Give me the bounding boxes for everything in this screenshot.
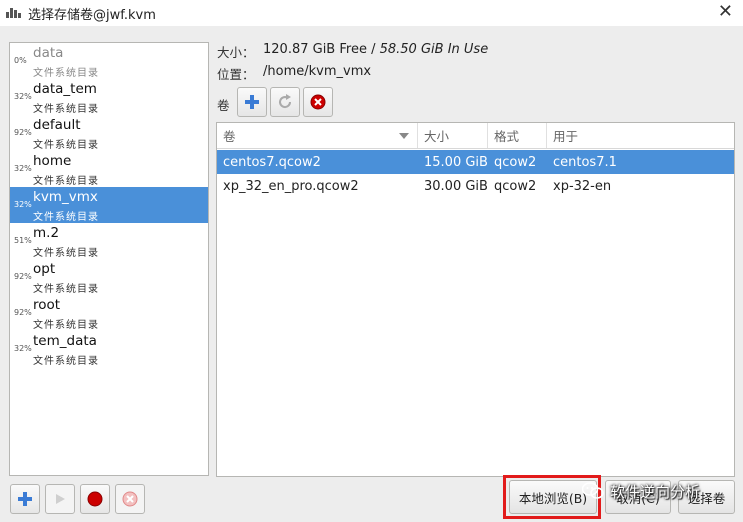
pool-type: 文件系统目录 bbox=[33, 248, 99, 259]
refresh-volumes-button[interactable] bbox=[270, 87, 300, 117]
pool-item-m2[interactable]: 51% m.2 文件系统目录 bbox=[10, 223, 208, 259]
pool-name: data_tem bbox=[33, 81, 97, 97]
pool-toolbar bbox=[10, 484, 145, 514]
pool-type: 文件系统目录 bbox=[33, 68, 99, 79]
column-header-size[interactable]: 大小 bbox=[418, 123, 488, 148]
pool-type: 文件系统目录 bbox=[33, 104, 99, 115]
pool-name: data bbox=[33, 45, 64, 61]
pool-item-kvm-vmx[interactable]: 32% kvm_vmx 文件系统目录 bbox=[10, 187, 208, 223]
stop-pool-button[interactable] bbox=[80, 484, 110, 514]
storage-pool-list[interactable]: 0% data 文件系统目录 32% data_tem 文件系统目录 92% d… bbox=[9, 42, 209, 476]
pool-item-tem-data[interactable]: 32% tem_data 文件系统目录 bbox=[10, 331, 208, 367]
size-label: 大小： bbox=[217, 45, 255, 60]
volume-used-by: centos7.1 bbox=[553, 154, 617, 170]
volume-size: 30.00 GiB bbox=[424, 178, 488, 194]
volume-table[interactable]: 卷 大小 格式 用于 centos7.qcow2 15.00 GiB qcow2… bbox=[216, 122, 735, 477]
volume-size: 15.00 GiB bbox=[424, 154, 488, 170]
volume-used-by: xp-32-en bbox=[553, 178, 612, 194]
volumes-label: 卷 bbox=[217, 98, 230, 113]
volume-name: centos7.qcow2 bbox=[223, 154, 321, 170]
pool-item-root[interactable]: 92% root 文件系统目录 bbox=[10, 295, 208, 331]
column-header-volume[interactable]: 卷 bbox=[217, 123, 418, 148]
pool-item-opt[interactable]: 92% opt 文件系统目录 bbox=[10, 259, 208, 295]
pool-name: tem_data bbox=[33, 333, 97, 349]
add-pool-button[interactable] bbox=[10, 484, 40, 514]
pool-name: default bbox=[33, 117, 81, 133]
pool-name: m.2 bbox=[33, 225, 60, 241]
add-volume-button[interactable] bbox=[237, 87, 267, 117]
pool-type: 文件系统目录 bbox=[33, 176, 99, 187]
table-row[interactable]: centos7.qcow2 15.00 GiB qcow2 centos7.1 bbox=[217, 150, 734, 174]
table-row[interactable]: xp_32_en_pro.qcow2 30.00 GiB qcow2 xp-32… bbox=[217, 174, 734, 198]
size-value: 120.87 GiB Free / 58.50 GiB In Use bbox=[263, 42, 489, 57]
watermark: 软件逆向分析 bbox=[582, 476, 700, 506]
watermark-text: 软件逆向分析 bbox=[610, 482, 701, 501]
delete-volume-button[interactable] bbox=[303, 87, 333, 117]
pool-usage: 92% bbox=[14, 308, 32, 317]
pool-item-default[interactable]: 92% default 文件系统目录 bbox=[10, 115, 208, 151]
pool-usage: 32% bbox=[14, 344, 32, 353]
pool-type: 文件系统目录 bbox=[33, 320, 99, 331]
virt-manager-icon bbox=[6, 8, 22, 18]
pool-type: 文件系统目录 bbox=[33, 212, 99, 223]
pool-name: root bbox=[33, 297, 61, 313]
volume-name: xp_32_en_pro.qcow2 bbox=[223, 178, 359, 194]
pool-usage: 32% bbox=[14, 164, 32, 173]
pool-usage: 51% bbox=[14, 236, 32, 245]
play-icon bbox=[56, 494, 65, 504]
delete-pool-button[interactable] bbox=[115, 484, 145, 514]
pool-type: 文件系统目录 bbox=[33, 356, 99, 367]
pool-name: kvm_vmx bbox=[33, 189, 98, 205]
column-header-used-by[interactable]: 用于 bbox=[547, 123, 734, 148]
plus-icon bbox=[245, 95, 259, 109]
wechat-icon bbox=[582, 482, 604, 499]
pool-item-data[interactable]: 0% data 文件系统目录 bbox=[10, 43, 208, 79]
pool-name: opt bbox=[33, 261, 56, 277]
pool-usage: 0% bbox=[14, 56, 27, 65]
close-icon[interactable]: ✕ bbox=[718, 3, 733, 21]
stop-icon bbox=[87, 491, 103, 507]
column-header-format[interactable]: 格式 bbox=[488, 123, 547, 148]
pool-item-data-tem[interactable]: 32% data_tem 文件系统目录 bbox=[10, 79, 208, 115]
pool-usage: 32% bbox=[14, 200, 32, 209]
pool-usage: 92% bbox=[14, 128, 32, 137]
volume-table-header: 卷 大小 格式 用于 bbox=[217, 123, 734, 149]
pool-name: home bbox=[33, 153, 72, 169]
delete-icon bbox=[122, 491, 138, 507]
volume-format: qcow2 bbox=[494, 178, 537, 194]
location-value: /home/kvm_vmx bbox=[263, 64, 372, 79]
sort-arrow-icon bbox=[399, 133, 409, 139]
refresh-icon bbox=[279, 94, 292, 109]
window-title: 选择存储卷@jwf.kvm bbox=[28, 7, 156, 23]
plus-icon bbox=[18, 492, 32, 506]
pool-usage: 32% bbox=[14, 92, 32, 101]
pool-usage: 92% bbox=[14, 272, 32, 281]
volume-format: qcow2 bbox=[494, 154, 537, 170]
location-label: 位置： bbox=[217, 67, 255, 82]
pool-type: 文件系统目录 bbox=[33, 140, 99, 151]
pool-type: 文件系统目录 bbox=[33, 284, 99, 295]
title-bar: 选择存储卷@jwf.kvm ✕ bbox=[0, 0, 743, 26]
volume-toolbar bbox=[237, 87, 333, 117]
delete-icon bbox=[310, 94, 326, 110]
start-pool-button[interactable] bbox=[45, 484, 75, 514]
pool-item-home[interactable]: 32% home 文件系统目录 bbox=[10, 151, 208, 187]
